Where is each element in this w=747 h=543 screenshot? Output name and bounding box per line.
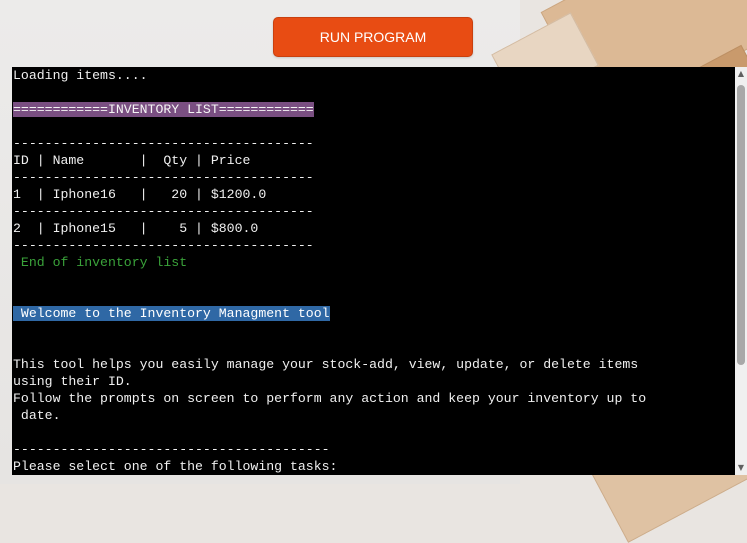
terminal-line: -------------------------------------- — [13, 169, 733, 186]
terminal-line: 2 | Iphone15 | 5 | $800.0 — [13, 220, 733, 237]
scroll-down-arrow-icon[interactable]: ▼ — [735, 461, 747, 475]
terminal-line: ---------------------------------------- — [13, 441, 733, 458]
terminal-text: -------------------------------------- — [13, 170, 314, 185]
end-of-list-message: End of inventory list — [13, 255, 188, 270]
terminal-line: This tool helps you easily manage your s… — [13, 356, 733, 373]
terminal-line: date. — [13, 407, 733, 424]
welcome-banner: Welcome to the Inventory Managment tool — [13, 306, 330, 321]
terminal-line: -------------------------------------- — [13, 135, 733, 152]
terminal-text: 2 | Iphone15 | 5 | $800.0 — [13, 221, 259, 236]
terminal-line: -------------------------------------- — [13, 203, 733, 220]
terminal-text: date. — [13, 408, 61, 423]
terminal-text: -------------------------------------- — [13, 204, 314, 219]
terminal-line: Please select one of the following tasks… — [13, 458, 733, 475]
terminal-line: using their ID. — [13, 373, 733, 390]
scroll-up-arrow-icon[interactable]: ▲ — [735, 67, 747, 81]
terminal-text: 1 | Iphone16 | 20 | $1200.0 — [13, 187, 267, 202]
terminal-text: Follow the prompts on screen to perform … — [13, 391, 647, 406]
run-program-button[interactable]: RUN PROGRAM — [273, 17, 473, 57]
terminal-text: ID | Name | Qty | Price — [13, 153, 251, 168]
terminal-line: End of inventory list — [13, 254, 733, 271]
terminal-scrollbar[interactable]: ▲ ▼ — [735, 67, 747, 475]
terminal-line: ============INVENTORY LIST============ — [13, 101, 733, 118]
terminal-text: ---------------------------------------- — [13, 442, 330, 457]
terminal-line: Loading items.... — [13, 67, 733, 84]
terminal-text: using their ID. — [13, 374, 132, 389]
terminal-text: This tool helps you easily manage your s… — [13, 357, 639, 372]
terminal-line: Follow the prompts on screen to perform … — [13, 390, 733, 407]
terminal[interactable]: Loading items.... ============INVENTORY L… — [12, 67, 735, 475]
terminal-text: Loading items.... — [13, 68, 148, 83]
terminal-text: -------------------------------------- — [13, 238, 314, 253]
terminal-output: Loading items.... ============INVENTORY L… — [13, 67, 733, 475]
terminal-line: -------------------------------------- — [13, 237, 733, 254]
terminal-line: ID | Name | Qty | Price — [13, 152, 733, 169]
inventory-list-heading: ============INVENTORY LIST============ — [13, 102, 314, 117]
terminal-line: Welcome to the Inventory Managment tool — [13, 305, 733, 322]
terminal-text: -------------------------------------- — [13, 136, 314, 151]
terminal-text: Please select one of the following tasks… — [13, 459, 338, 474]
scrollbar-thumb[interactable] — [737, 85, 745, 365]
terminal-line: 1 | Iphone16 | 20 | $1200.0 — [13, 186, 733, 203]
